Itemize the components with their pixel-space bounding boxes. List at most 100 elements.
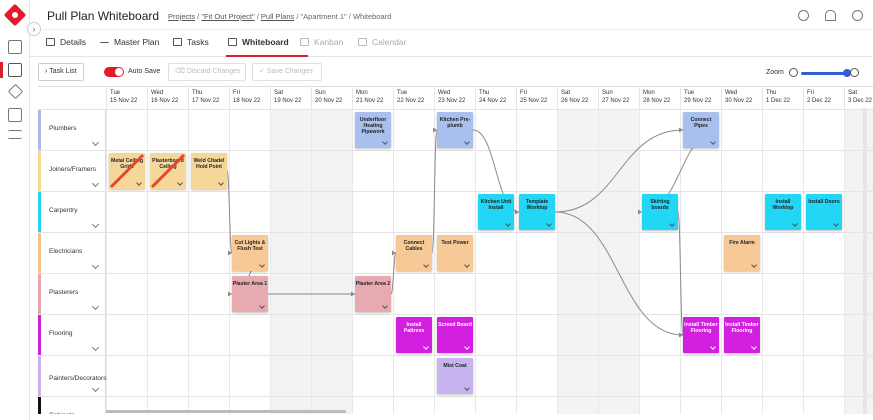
task-card[interactable]: Fire Alarm bbox=[724, 235, 760, 271]
lane-name: Joiners/Framers bbox=[49, 166, 96, 173]
help-icon[interactable] bbox=[798, 10, 809, 21]
task-list-button[interactable]: › Task List bbox=[38, 63, 84, 81]
task-card[interactable]: Plaster Area 2 bbox=[355, 276, 391, 312]
lane-header: Electricians bbox=[41, 233, 106, 273]
tab-tasks[interactable]: Tasks bbox=[173, 31, 209, 57]
whiteboard-nav-icon[interactable] bbox=[8, 63, 22, 77]
date-column-header: Wed 30 Nov 22 bbox=[721, 87, 762, 109]
date-column-header: Thu 1 Dec 22 bbox=[762, 87, 803, 109]
task-card-label: Skirting boards bbox=[650, 199, 670, 211]
date-column-header: Sun 27 Nov 22 bbox=[598, 87, 639, 109]
breadcrumb: Projects / "Fit Out Project" / Pull Plan… bbox=[168, 12, 392, 21]
task-card-label: Weld Citadel Hold Point bbox=[193, 158, 225, 170]
chevron-down-icon[interactable] bbox=[91, 343, 100, 352]
zoom-slider[interactable] bbox=[801, 72, 847, 75]
date-column-header: Sat 3 Dec 22 bbox=[844, 87, 873, 109]
whiteboard-icon bbox=[228, 38, 237, 46]
task-card-label: Test Power bbox=[441, 240, 469, 246]
task-card[interactable]: Install Timber Flooring bbox=[724, 317, 760, 353]
task-card[interactable]: Template Worktop bbox=[519, 194, 555, 230]
lane-name: Plasterers bbox=[49, 289, 79, 296]
lane-header: Carpentry bbox=[41, 192, 106, 232]
task-card[interactable]: Screed Board bbox=[437, 317, 473, 353]
lane-header: Plasterers bbox=[41, 274, 106, 314]
task-card[interactable]: Install Worktop bbox=[765, 194, 801, 230]
chevron-down-icon[interactable] bbox=[91, 261, 100, 270]
date-column-header: Sun 20 Nov 22 bbox=[311, 87, 352, 109]
task-card[interactable]: Connect Pipes bbox=[683, 112, 719, 148]
tab-details[interactable]: Details bbox=[46, 31, 86, 57]
chevron-down-icon[interactable] bbox=[91, 302, 100, 311]
task-card[interactable]: Skirting boards bbox=[642, 194, 678, 230]
app-logo[interactable] bbox=[3, 3, 27, 27]
chevron-down-icon[interactable] bbox=[91, 179, 100, 188]
task-card[interactable]: Plaster Area 1 bbox=[232, 276, 268, 312]
task-card[interactable]: Install Timber Flooring bbox=[683, 317, 719, 353]
task-card[interactable]: Cut Lights & Flush Test bbox=[232, 235, 268, 271]
task-card[interactable]: Kitchen Unit Install bbox=[478, 194, 514, 230]
task-card[interactable]: Underfloor Heating Pipework bbox=[355, 112, 391, 148]
task-card-label: Plaster Area 2 bbox=[355, 281, 391, 287]
tag-icon[interactable] bbox=[7, 83, 24, 100]
lane-header: Cabinets bbox=[41, 397, 106, 414]
task-card-label: Install Timber Flooring bbox=[725, 322, 759, 334]
auto-save-toggle[interactable] bbox=[104, 67, 124, 77]
chevron-down-icon[interactable] bbox=[91, 220, 100, 229]
discard-icon: ⌫ bbox=[175, 68, 187, 75]
zoom-out-icon[interactable] bbox=[789, 68, 798, 77]
auto-save-label: Auto Save bbox=[128, 68, 161, 75]
task-card[interactable]: Metal Ceiling Grids bbox=[109, 153, 145, 189]
task-card-label: Metal Ceiling Grids bbox=[111, 158, 143, 170]
horizontal-scrollbar[interactable] bbox=[106, 410, 346, 413]
task-card[interactable]: Weld Citadel Hold Point bbox=[191, 153, 227, 189]
documents-icon[interactable] bbox=[8, 40, 22, 54]
task-card-label: Screed Board bbox=[438, 322, 472, 328]
menu-icon[interactable] bbox=[8, 130, 22, 139]
vertical-scrollbar[interactable] bbox=[863, 108, 867, 414]
date-column-header: Mon 28 Nov 22 bbox=[639, 87, 680, 109]
date-column-header: Fri 2 Dec 22 bbox=[803, 87, 844, 109]
breadcrumb-pull-plans[interactable]: Pull Plans bbox=[261, 12, 294, 21]
tasks-icon bbox=[173, 38, 182, 46]
collapse-sidebar-button[interactable]: › bbox=[27, 22, 41, 36]
task-card[interactable]: Mist Coat bbox=[437, 358, 473, 394]
date-column-header: Thu 24 Nov 22 bbox=[475, 87, 516, 109]
breadcrumb-current: Whiteboard bbox=[352, 12, 392, 21]
lane-header: Flooring bbox=[41, 315, 106, 355]
task-card-label: Connect Cables bbox=[403, 240, 425, 252]
breadcrumb-projects[interactable]: Projects bbox=[168, 12, 195, 21]
toolbar: › Task List Auto Save ⌫ Discard Changes … bbox=[30, 58, 873, 86]
tab-kanban: Kanban bbox=[300, 31, 343, 57]
task-card[interactable]: Connect Cables bbox=[396, 235, 432, 271]
kanban-icon bbox=[300, 38, 309, 46]
task-card-label: Underfloor Heating Pipework bbox=[359, 117, 387, 135]
bell-icon[interactable] bbox=[825, 10, 836, 21]
task-card-label: Install Timber Flooring bbox=[684, 322, 718, 334]
date-column-header: Thu 17 Nov 22 bbox=[188, 87, 229, 109]
task-card-label: Fire Alarm bbox=[729, 240, 755, 246]
breadcrumb-project[interactable]: "Fit Out Project" bbox=[201, 12, 254, 21]
save-changes-button: ✓ Save Changes bbox=[252, 63, 322, 81]
zoom-in-icon[interactable] bbox=[850, 68, 859, 77]
user-icon[interactable] bbox=[852, 10, 863, 21]
date-column-header: Wed 16 Nov 22 bbox=[147, 87, 188, 109]
chevron-down-icon[interactable] bbox=[91, 384, 100, 393]
tab-bar: Details Master Plan Tasks Whiteboard Kan… bbox=[30, 31, 873, 57]
lane-header: Painters/Decorators bbox=[41, 356, 106, 396]
puzzle-icon[interactable] bbox=[8, 108, 22, 122]
task-card[interactable]: Install Doors bbox=[806, 194, 842, 230]
task-card[interactable]: Install Pattress bbox=[396, 317, 432, 353]
task-card[interactable]: Test Power bbox=[437, 235, 473, 271]
task-card-label: Mist Coat bbox=[443, 363, 467, 369]
task-card-label: Plasterboard Ceiling bbox=[152, 158, 184, 170]
tab-whiteboard[interactable]: Whiteboard bbox=[226, 31, 308, 57]
task-card[interactable]: Kitchen Pre-plumb bbox=[437, 112, 473, 148]
breadcrumb-plan: "Apartment 1" bbox=[300, 12, 347, 21]
tab-master-plan[interactable]: Master Plan bbox=[100, 31, 159, 57]
chevron-down-icon[interactable] bbox=[91, 138, 100, 147]
task-card-label: Connect Pipes bbox=[690, 117, 712, 129]
lane-header: Plumbers bbox=[41, 110, 106, 150]
task-card[interactable]: Plasterboard Ceiling bbox=[150, 153, 186, 189]
date-column-header: Sat 19 Nov 22 bbox=[270, 87, 311, 109]
page-title: Pull Plan Whiteboard bbox=[47, 9, 160, 23]
